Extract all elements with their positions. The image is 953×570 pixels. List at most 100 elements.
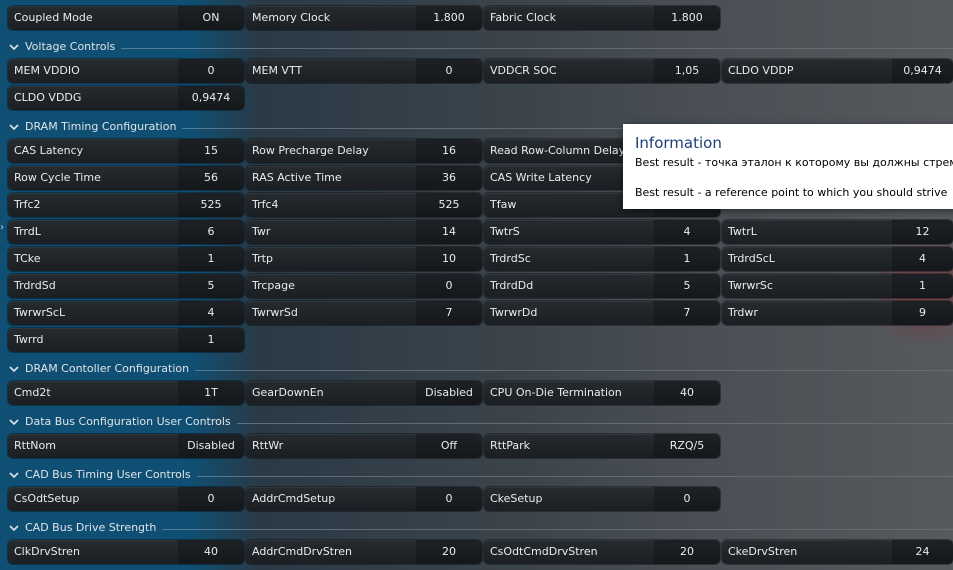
field-value[interactable]: 0,9474 <box>178 86 244 110</box>
field-ras-active-time[interactable]: RAS Active Time 36 <box>246 166 482 190</box>
field-value[interactable]: 1 <box>178 328 244 352</box>
field-trfc4[interactable]: Trfc4 525 <box>246 193 482 217</box>
field-mem-vddio[interactable]: MEM VDDIO 0 <box>8 59 244 83</box>
field-cpu-on-die-termination[interactable]: CPU On-Die Termination 40 <box>484 381 720 405</box>
field-value[interactable]: 56 <box>178 166 244 190</box>
field-value[interactable]: 0 <box>178 487 244 511</box>
field-value[interactable]: 20 <box>416 540 482 564</box>
field-value[interactable]: Disabled <box>178 434 244 458</box>
field-value[interactable]: 0 <box>416 274 482 298</box>
field-trdrddd[interactable]: TrdrdDd 5 <box>484 274 720 298</box>
field-value[interactable]: 1 <box>178 247 244 271</box>
field-value[interactable]: 10 <box>416 247 482 271</box>
field-trfc2[interactable]: Trfc2 525 <box>8 193 244 217</box>
field-trtp[interactable]: Trtp 10 <box>246 247 482 271</box>
field-value[interactable]: 1.800 <box>416 6 482 30</box>
chevron-down-icon[interactable] <box>8 363 20 375</box>
field-row-precharge-delay[interactable]: Row Precharge Delay 16 <box>246 139 482 163</box>
field-value[interactable]: 0 <box>416 487 482 511</box>
field-value[interactable]: 6 <box>178 220 244 244</box>
chevron-down-icon[interactable] <box>8 121 20 133</box>
field-value[interactable]: RZQ/5 <box>654 434 720 458</box>
field-value[interactable]: Off <box>416 434 482 458</box>
field-value[interactable]: 5 <box>654 274 720 298</box>
section-cad-bus-timing[interactable]: CAD Bus Timing User Controls <box>8 467 953 483</box>
field-trdrdsd[interactable]: TrdrdSd 5 <box>8 274 244 298</box>
chevron-down-icon[interactable] <box>8 41 20 53</box>
field-value[interactable]: 9 <box>892 301 953 325</box>
field-tcke[interactable]: TCke 1 <box>8 247 244 271</box>
field-value[interactable]: 4 <box>654 220 720 244</box>
field-twrwrdd[interactable]: TwrwrDd 7 <box>484 301 720 325</box>
field-value[interactable]: 24 <box>892 540 953 564</box>
field-addrcmddrvstren[interactable]: AddrCmdDrvStren 20 <box>246 540 482 564</box>
chevron-down-icon[interactable] <box>8 469 20 481</box>
field-memory-clock[interactable]: Memory Clock 1.800 <box>246 6 482 30</box>
field-fabric-clock[interactable]: Fabric Clock 1.800 <box>484 6 720 30</box>
field-value[interactable]: 15 <box>178 139 244 163</box>
field-twrwrsc[interactable]: TwrwrSc 1 <box>722 274 953 298</box>
field-twtrs[interactable]: TwtrS 4 <box>484 220 720 244</box>
field-value[interactable]: 12 <box>892 220 953 244</box>
field-trdrdscl[interactable]: TrdrdScL 4 <box>722 247 953 271</box>
field-trdrdsc[interactable]: TrdrdSc 1 <box>484 247 720 271</box>
field-twrwrsd[interactable]: TwrwrSd 7 <box>246 301 482 325</box>
field-addrcmdsetup[interactable]: AddrCmdSetup 0 <box>246 487 482 511</box>
field-row-cycle-time[interactable]: Row Cycle Time 56 <box>8 166 244 190</box>
section-voltage-controls[interactable]: Voltage Controls <box>8 39 953 55</box>
field-value[interactable]: 40 <box>654 381 720 405</box>
field-value[interactable]: 40 <box>178 540 244 564</box>
field-value[interactable]: 0 <box>654 487 720 511</box>
field-cldo-vddg[interactable]: CLDO VDDG 0,9474 <box>8 86 244 110</box>
field-coupled-mode[interactable]: Coupled Mode ON <box>8 6 244 30</box>
field-value[interactable]: 525 <box>416 193 482 217</box>
field-vddcr-soc[interactable]: VDDCR SOC 1,05 <box>484 59 720 83</box>
field-value[interactable]: 525 <box>178 193 244 217</box>
field-trrdl[interactable]: TrrdL 6 <box>8 220 244 244</box>
section-data-bus[interactable]: Data Bus Configuration User Controls <box>8 414 953 430</box>
field-value[interactable]: 1.800 <box>654 6 720 30</box>
field-value[interactable]: 7 <box>416 301 482 325</box>
field-value[interactable]: 1 <box>892 274 953 298</box>
field-rttwr[interactable]: RttWr Off <box>246 434 482 458</box>
field-value[interactable]: 7 <box>654 301 720 325</box>
field-geardownen[interactable]: GearDownEn Disabled <box>246 381 482 405</box>
field-mem-vtt[interactable]: MEM VTT 0 <box>246 59 482 83</box>
field-value[interactable]: 0 <box>178 59 244 83</box>
field-rttnom[interactable]: RttNom Disabled <box>8 434 244 458</box>
field-value[interactable]: ON <box>178 6 244 30</box>
field-csodtsetup[interactable]: CsOdtSetup 0 <box>8 487 244 511</box>
field-rttpark[interactable]: RttPark RZQ/5 <box>484 434 720 458</box>
field-twrrd[interactable]: Twrrd 1 <box>8 328 244 352</box>
field-clkdrvstren[interactable]: ClkDrvStren 40 <box>8 540 244 564</box>
field-ckesetup[interactable]: CkeSetup 0 <box>484 487 720 511</box>
chevron-down-icon[interactable] <box>8 522 20 534</box>
field-ckedrvstren[interactable]: CkeDrvStren 24 <box>722 540 953 564</box>
field-value[interactable]: 0 <box>416 59 482 83</box>
field-cas-latency[interactable]: CAS Latency 15 <box>8 139 244 163</box>
field-value[interactable]: 20 <box>654 540 720 564</box>
field-value[interactable]: Disabled <box>416 381 482 405</box>
field-trdwr[interactable]: Trdwr 9 <box>722 301 953 325</box>
chevron-down-icon[interactable] <box>8 416 20 428</box>
field-cldo-vddp[interactable]: CLDO VDDP 0,9474 <box>722 59 953 83</box>
field-value[interactable]: 0,9474 <box>892 59 953 83</box>
field-value[interactable]: 5 <box>178 274 244 298</box>
section-cad-bus-drive-strength[interactable]: CAD Bus Drive Strength <box>8 520 953 536</box>
field-value[interactable]: 1 <box>654 247 720 271</box>
field-value[interactable]: 1,05 <box>654 59 720 83</box>
field-label: RttWr <box>252 439 284 452</box>
field-trcpage[interactable]: Trcpage 0 <box>246 274 482 298</box>
field-value[interactable]: 4 <box>178 301 244 325</box>
section-dram-controller[interactable]: DRAM Contoller Configuration <box>8 361 953 377</box>
field-value[interactable]: 4 <box>892 247 953 271</box>
field-csodtcmddrvstren[interactable]: CsOdtCmdDrvStren 20 <box>484 540 720 564</box>
field-value[interactable]: 36 <box>416 166 482 190</box>
field-twtrl[interactable]: TwtrL 12 <box>722 220 953 244</box>
field-value[interactable]: 1T <box>178 381 244 405</box>
field-twrwrscl[interactable]: TwrwrScL 4 <box>8 301 244 325</box>
field-twr[interactable]: Twr 14 <box>246 220 482 244</box>
field-cmd2t[interactable]: Cmd2t 1T <box>8 381 244 405</box>
field-value[interactable]: 16 <box>416 139 482 163</box>
field-value[interactable]: 14 <box>416 220 482 244</box>
